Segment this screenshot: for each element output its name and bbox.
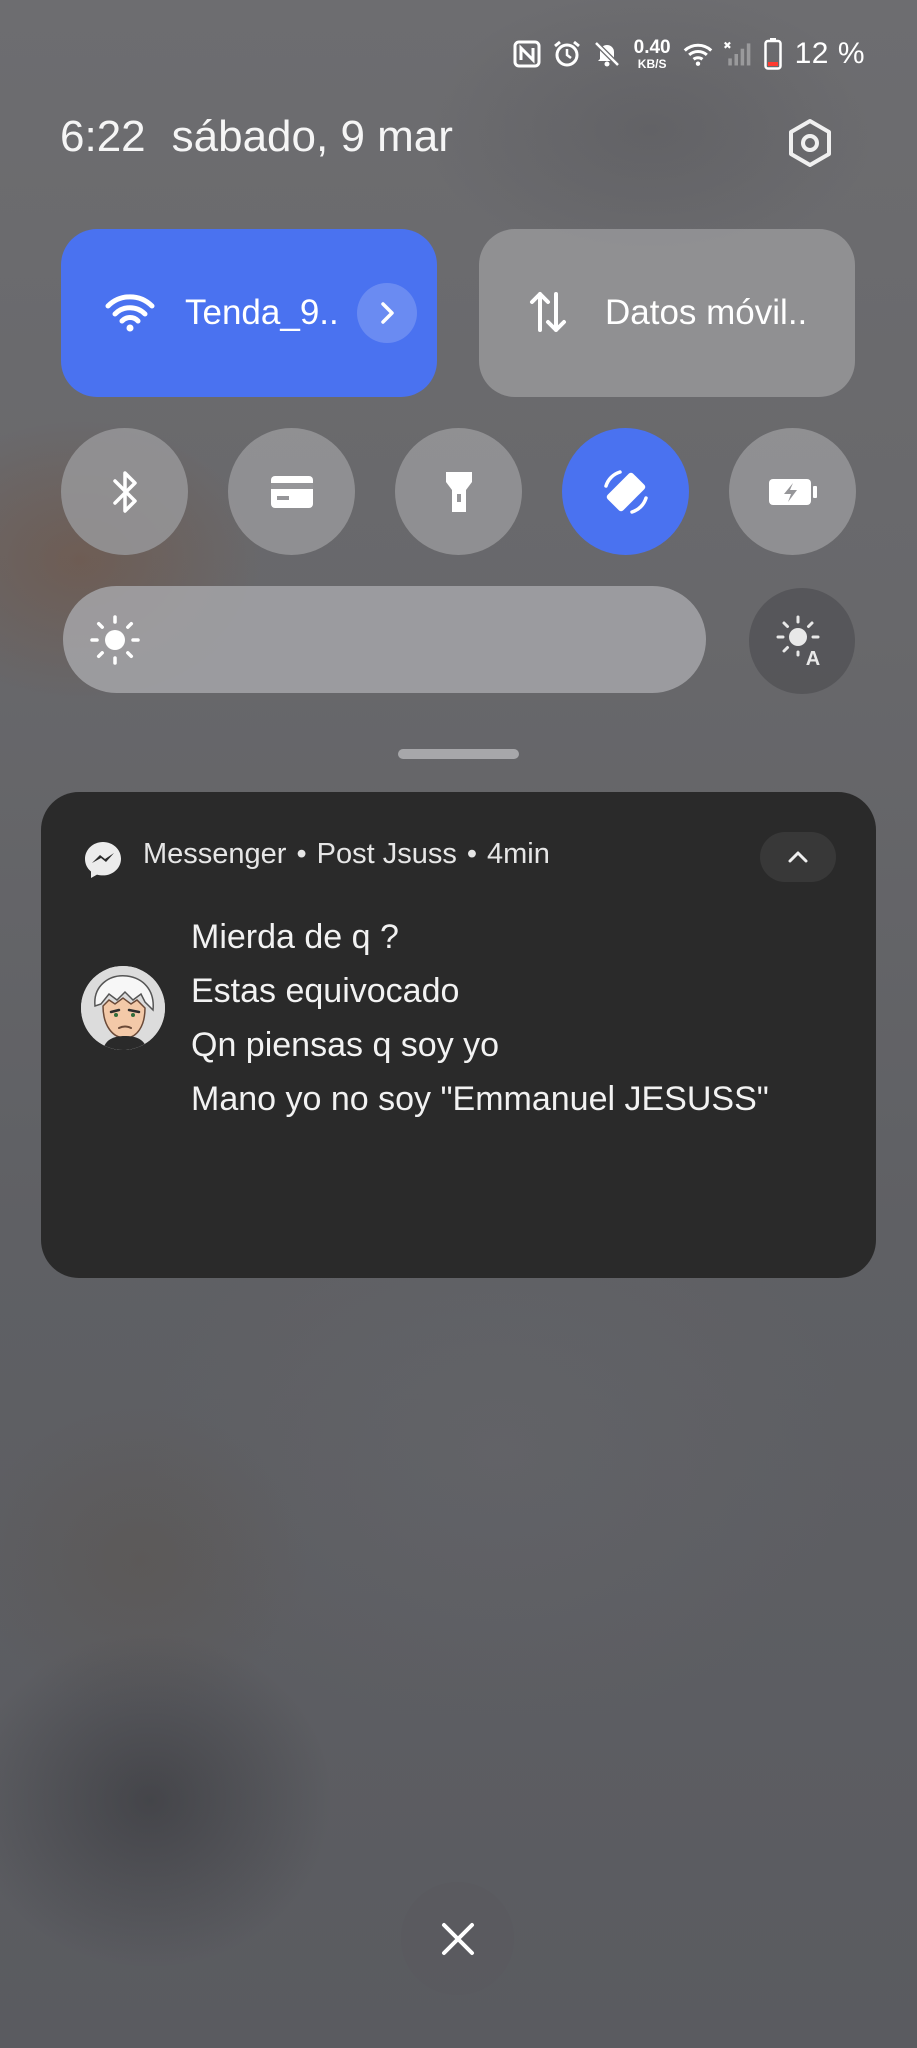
network-speed: 0.40 KB/S bbox=[634, 38, 671, 70]
wifi-status-icon bbox=[683, 39, 713, 69]
wallet-toggle[interactable] bbox=[228, 428, 355, 555]
battery-percent: 12 % bbox=[794, 37, 865, 70]
bluetooth-toggle[interactable] bbox=[61, 428, 188, 555]
wifi-icon bbox=[101, 283, 159, 341]
header: 6:22 sábado, 9 mar bbox=[60, 112, 453, 162]
notification-app-name: Messenger bbox=[143, 838, 287, 870]
close-icon bbox=[441, 1922, 474, 1955]
wifi-tile[interactable]: Tenda_9.. bbox=[61, 229, 437, 397]
alarm-icon bbox=[552, 39, 582, 69]
clock-time[interactable]: 6:22 bbox=[60, 112, 146, 162]
speed-unit: KB/S bbox=[637, 57, 667, 71]
clear-all-button[interactable] bbox=[401, 1882, 514, 1995]
message-line: Mierda de q ? bbox=[191, 918, 399, 956]
data-arrows-icon bbox=[519, 283, 577, 341]
panel-drag-handle[interactable] bbox=[398, 749, 519, 759]
wifi-network-name: Tenda_9.. bbox=[185, 293, 339, 332]
auto-brightness-icon: A bbox=[776, 615, 820, 669]
battery-charge-icon bbox=[768, 478, 817, 505]
speed-value: 0.40 bbox=[633, 37, 671, 58]
messenger-icon bbox=[85, 842, 121, 878]
brightness-icon bbox=[90, 615, 140, 665]
notification-time: 4min bbox=[487, 838, 550, 870]
battery-saver-toggle[interactable] bbox=[729, 428, 856, 555]
flashlight-icon bbox=[445, 471, 472, 512]
notification-header: Messenger • Post Jsuss • 4min bbox=[143, 838, 550, 871]
quick-toggles bbox=[61, 428, 856, 555]
notifications-muted-icon bbox=[592, 39, 622, 69]
bluetooth-icon bbox=[112, 470, 137, 513]
message-list: Mierda de q ? Estas equivocado Qn piensa… bbox=[191, 910, 769, 1126]
separator: • bbox=[466, 838, 477, 870]
separator: • bbox=[296, 838, 307, 870]
wifi-details-button[interactable] bbox=[357, 283, 417, 343]
flashlight-toggle[interactable] bbox=[395, 428, 522, 555]
auto-brightness-button[interactable]: A bbox=[749, 588, 855, 694]
mobile-data-tile[interactable]: Datos móvil.. bbox=[479, 229, 855, 397]
brightness-slider[interactable] bbox=[63, 586, 706, 693]
sender-avatar bbox=[81, 966, 165, 1050]
collapse-notification-button[interactable] bbox=[760, 832, 836, 882]
status-bar: 0.40 KB/S 12 % bbox=[512, 30, 865, 78]
notification-sender: Post Jsuss bbox=[316, 838, 457, 870]
mobile-data-label: Datos móvil.. bbox=[605, 293, 808, 332]
svg-text:A: A bbox=[806, 648, 820, 669]
nfc-icon bbox=[512, 39, 542, 69]
message-line: Estas equivocado bbox=[191, 972, 460, 1010]
message-line: Qn piensas q soy yo bbox=[191, 1026, 500, 1064]
chevron-right-icon bbox=[381, 302, 394, 324]
clock-date[interactable]: sábado, 9 mar bbox=[172, 112, 453, 162]
battery-low-icon bbox=[763, 38, 783, 70]
auto-rotate-toggle[interactable] bbox=[562, 428, 689, 555]
card-icon bbox=[270, 475, 313, 508]
chevron-up-icon bbox=[788, 851, 808, 863]
settings-button[interactable] bbox=[784, 117, 836, 169]
gear-icon bbox=[789, 119, 831, 167]
rotate-icon bbox=[603, 469, 648, 514]
messenger-notification[interactable]: Messenger • Post Jsuss • 4min Mierda de … bbox=[41, 792, 876, 1278]
cellular-signal-icon bbox=[723, 39, 753, 69]
message-line: Mano yo no soy "Emmanuel JESUSS" bbox=[191, 1080, 769, 1118]
